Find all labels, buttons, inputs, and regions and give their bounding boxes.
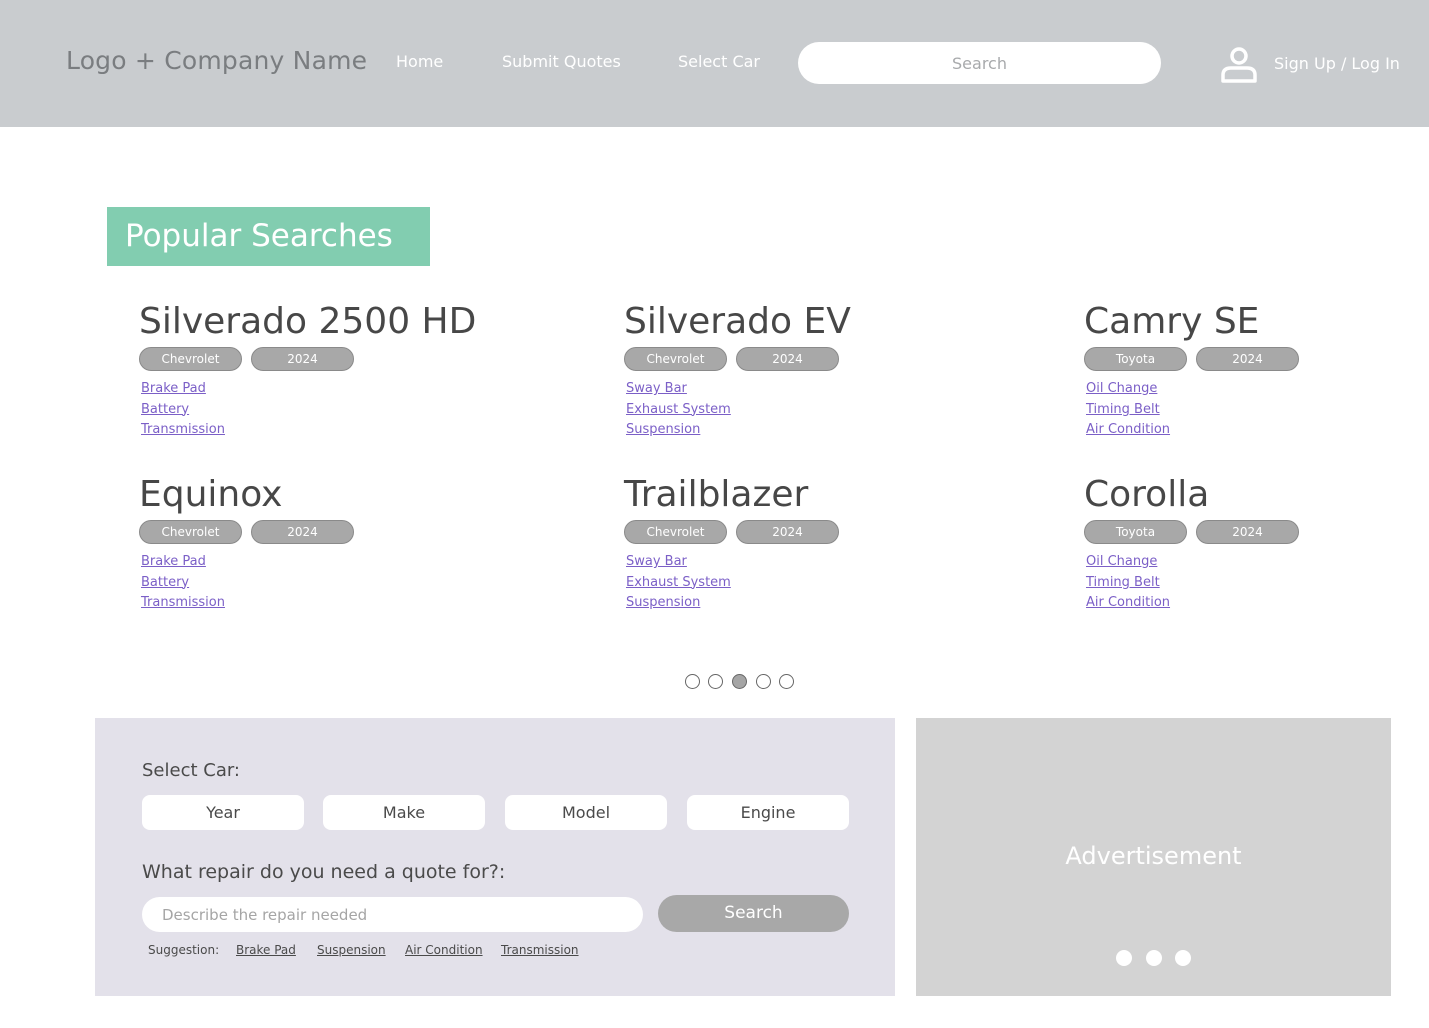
year-badge: 2024 [736, 520, 839, 544]
car-card[interactable]: Trailblazer Chevrolet 2024 Sway Bar Exhaust … [624, 474, 984, 614]
nav-submit-quotes[interactable]: Submit Quotes [502, 52, 621, 71]
ad-carousel-dot[interactable] [1146, 950, 1162, 966]
car-card[interactable]: Silverado EV Chevrolet 2024 Sway Bar Exhaust… [624, 301, 984, 441]
repair-links: Sway Bar Exhaust System Suspension [624, 552, 984, 614]
repair-link[interactable]: Battery [141, 573, 499, 594]
repair-link[interactable]: Sway Bar [626, 552, 984, 573]
carousel-dot[interactable] [779, 674, 794, 689]
repair-links: Oil Change Timing Belt Air Condition [1084, 552, 1429, 614]
popular-searches-title: Popular Searches [107, 207, 430, 266]
car-tags: Chevrolet 2024 [624, 347, 984, 371]
car-model-name[interactable]: Corolla [1084, 474, 1429, 516]
carousel-dot[interactable] [732, 674, 747, 689]
car-tags: Chevrolet 2024 [139, 520, 499, 544]
repair-link[interactable]: Brake Pad [141, 379, 499, 400]
repair-link[interactable]: Oil Change [1086, 379, 1429, 400]
suggestion-link-air-condition[interactable]: Air Condition [405, 943, 483, 957]
nav-select-car[interactable]: Select Car [678, 52, 760, 71]
carousel-dot[interactable] [685, 674, 700, 689]
header-search-input[interactable] [798, 42, 1161, 84]
user-icon[interactable] [1220, 45, 1258, 83]
suggestion-link-suspension[interactable]: Suspension [317, 943, 386, 957]
suggestion-link-transmission[interactable]: Transmission [501, 943, 579, 957]
repair-description-input[interactable] [142, 897, 643, 932]
car-card[interactable]: Camry SE Toyota 2024 Oil Change Timing Belt A… [1084, 301, 1429, 441]
year-select[interactable]: Year [142, 795, 304, 830]
make-badge: Toyota [1084, 347, 1187, 371]
suggestion-label: Suggestion: [148, 943, 220, 957]
car-model-name[interactable]: Trailblazer [624, 474, 984, 516]
site-header: Logo + Company Name Home Submit Quotes S… [0, 0, 1429, 127]
repair-link[interactable]: Battery [141, 400, 499, 421]
suggestion-link-brake-pad[interactable]: Brake Pad [236, 943, 296, 957]
repair-link[interactable]: Sway Bar [626, 379, 984, 400]
repair-links: Sway Bar Exhaust System Suspension [624, 379, 984, 441]
make-badge: Chevrolet [624, 347, 727, 371]
make-badge: Chevrolet [139, 520, 242, 544]
car-model-name[interactable]: Camry SE [1084, 301, 1429, 343]
ad-carousel-dot[interactable] [1175, 950, 1191, 966]
car-model-name[interactable]: Silverado 2500 HD [139, 301, 499, 343]
repair-links: Brake Pad Battery Transmission [139, 552, 499, 614]
car-card[interactable]: Equinox Chevrolet 2024 Brake Pad Battery Tran… [139, 474, 499, 614]
repair-link[interactable]: Timing Belt [1086, 573, 1429, 594]
repair-links: Oil Change Timing Belt Air Condition [1084, 379, 1429, 441]
year-badge: 2024 [1196, 347, 1299, 371]
engine-select[interactable]: Engine [687, 795, 849, 830]
car-tags: Toyota 2024 [1084, 347, 1429, 371]
car-tags: Chevrolet 2024 [624, 520, 984, 544]
repair-link[interactable]: Suspension [626, 593, 984, 614]
car-card[interactable]: Corolla Toyota 2024 Oil Change Timing Belt Ai… [1084, 474, 1429, 614]
sign-up-login-link[interactable]: Sign Up / Log In [1274, 54, 1400, 73]
repair-link[interactable]: Brake Pad [141, 552, 499, 573]
repair-link[interactable]: Transmission [141, 420, 499, 441]
repair-link[interactable]: Timing Belt [1086, 400, 1429, 421]
quote-panel: Select Car: Year Make Model Engine What … [95, 718, 895, 996]
carousel-dot[interactable] [756, 674, 771, 689]
car-tags: Toyota 2024 [1084, 520, 1429, 544]
repair-link[interactable]: Exhaust System [626, 573, 984, 594]
year-badge: 2024 [251, 347, 354, 371]
year-badge: 2024 [736, 347, 839, 371]
nav-home[interactable]: Home [396, 52, 443, 71]
car-card[interactable]: Silverado 2500 HD Chevrolet 2024 Brake Pad B… [139, 301, 499, 441]
year-badge: 2024 [1196, 520, 1299, 544]
logo-company-name[interactable]: Logo + Company Name [66, 46, 367, 75]
ad-carousel-dot[interactable] [1116, 950, 1132, 966]
year-badge: 2024 [251, 520, 354, 544]
repair-link[interactable]: Air Condition [1086, 593, 1429, 614]
repair-link[interactable]: Exhaust System [626, 400, 984, 421]
car-model-name[interactable]: Equinox [139, 474, 499, 516]
repair-link[interactable]: Air Condition [1086, 420, 1429, 441]
advertisement-label: Advertisement [1065, 842, 1242, 870]
repair-link[interactable]: Suspension [626, 420, 984, 441]
make-badge: Toyota [1084, 520, 1187, 544]
repair-link[interactable]: Transmission [141, 593, 499, 614]
repair-link[interactable]: Oil Change [1086, 552, 1429, 573]
car-tags: Chevrolet 2024 [139, 347, 499, 371]
model-select[interactable]: Model [505, 795, 667, 830]
search-button[interactable]: Search [658, 895, 849, 932]
advertisement-panel[interactable]: Advertisement [916, 718, 1391, 996]
make-badge: Chevrolet [139, 347, 242, 371]
car-model-name[interactable]: Silverado EV [624, 301, 984, 343]
carousel-dot[interactable] [708, 674, 723, 689]
repair-links: Brake Pad Battery Transmission [139, 379, 499, 441]
make-select[interactable]: Make [323, 795, 485, 830]
repair-question-label: What repair do you need a quote for?: [142, 861, 506, 883]
select-car-label: Select Car: [142, 760, 240, 781]
make-badge: Chevrolet [624, 520, 727, 544]
